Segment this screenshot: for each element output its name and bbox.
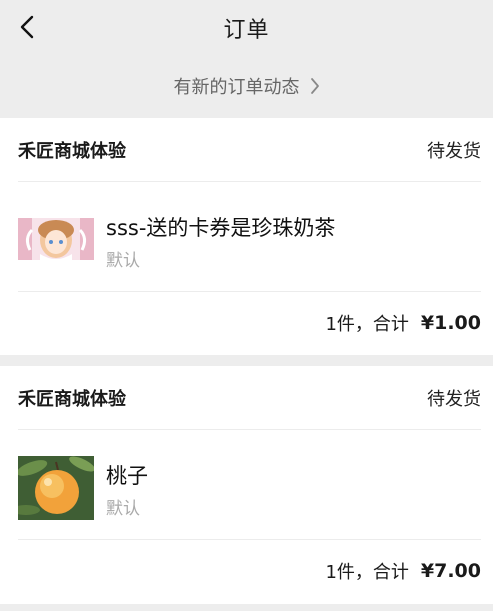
shop-header: 禾匠商城体验 待发货	[18, 366, 481, 430]
product-thumbnail	[18, 456, 94, 520]
page-title: 订单	[223, 18, 270, 43]
order-updates-label: 有新的订单动态	[173, 77, 300, 98]
order-status: 待发货	[427, 388, 481, 410]
product-thumbnail	[18, 218, 94, 260]
order-card[interactable]: 禾匠商城体验 待发货 桃子 默认 1件，合计 ¥7.00	[0, 366, 493, 604]
chevron-right-icon	[310, 77, 320, 95]
order-card[interactable]: 禾匠商城体验 待发货 sss-送的卡券是珍珠奶茶 默认 1件，合计 ¥1.00	[0, 118, 493, 355]
product-title: sss-送的卡券是珍珠奶茶	[106, 216, 336, 240]
order-item[interactable]: sss-送的卡券是珍珠奶茶 默认	[18, 182, 481, 292]
order-summary: 1件，合计 ¥1.00	[18, 292, 481, 354]
order-status: 待发货	[427, 140, 481, 162]
order-updates-link[interactable]: 有新的订单动态	[0, 54, 493, 118]
product-title: 桃子	[106, 464, 148, 488]
order-item[interactable]: 桃子 默认	[18, 430, 481, 540]
shop-header: 禾匠商城体验 待发货	[18, 118, 481, 182]
order-total: ¥7.00	[420, 560, 481, 582]
order-summary: 1件，合计 ¥7.00	[18, 540, 481, 602]
nav-bar: 订单	[0, 0, 493, 54]
order-total: ¥1.00	[420, 312, 481, 334]
summary-label: 1件，合计	[325, 314, 409, 335]
summary-label: 1件，合计	[325, 562, 409, 583]
product-spec: 默认	[106, 499, 140, 519]
shop-name: 禾匠商城体验	[18, 140, 126, 162]
shop-name: 禾匠商城体验	[18, 388, 126, 410]
product-spec: 默认	[106, 251, 140, 271]
